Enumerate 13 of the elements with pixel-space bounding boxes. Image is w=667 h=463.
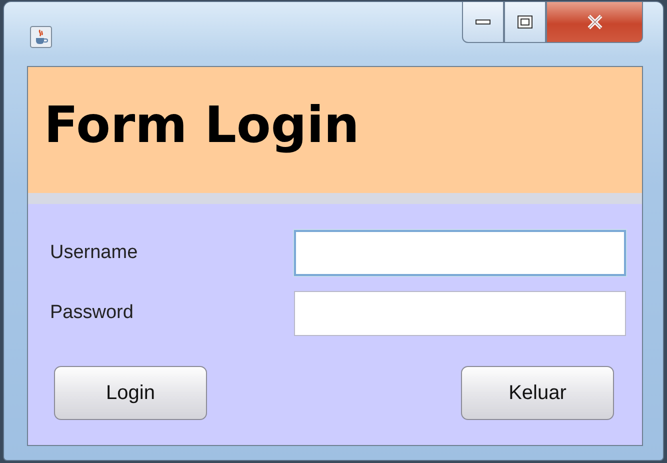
login-button[interactable]: Login (54, 366, 207, 420)
maximize-icon (517, 15, 533, 29)
maximize-button[interactable] (504, 2, 546, 43)
form-title: Form Login (44, 96, 360, 154)
minimize-icon (475, 19, 491, 25)
minimize-button[interactable] (462, 2, 504, 43)
exit-button[interactable]: Keluar (461, 366, 614, 420)
input-field[interactable] (294, 230, 626, 276)
input-field[interactable] (294, 290, 626, 336)
field-label: Username (50, 242, 138, 264)
close-icon (586, 14, 604, 30)
field-label: Password (50, 302, 134, 324)
java-cup-icon (30, 26, 52, 48)
